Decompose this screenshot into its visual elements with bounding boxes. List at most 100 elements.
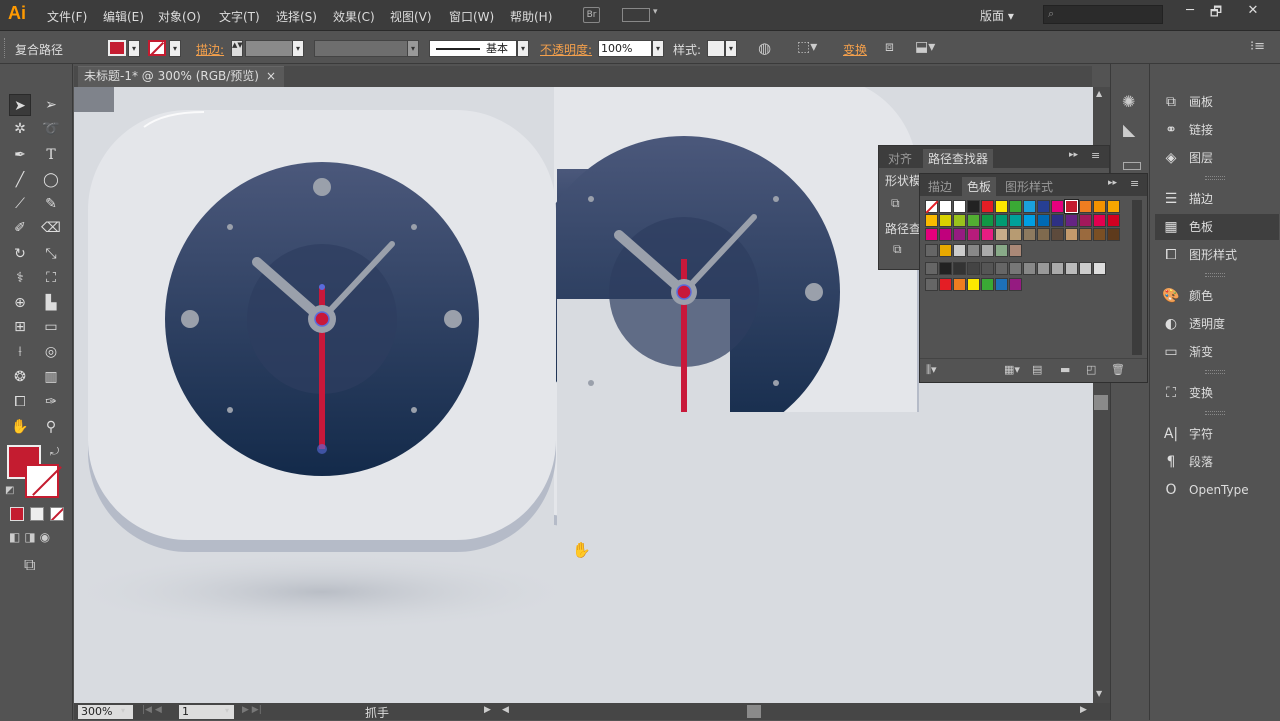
- color-swatch[interactable]: [995, 262, 1008, 275]
- color-swatch[interactable]: [1065, 262, 1078, 275]
- color-swatch[interactable]: [1079, 262, 1092, 275]
- color-swatch[interactable]: [1009, 244, 1022, 257]
- color-swatch[interactable]: [1107, 200, 1120, 213]
- collapse-panel-icon[interactable]: ▸▸: [1069, 150, 1078, 160]
- color-swatch[interactable]: [981, 278, 994, 291]
- color-swatch[interactable]: [925, 244, 938, 257]
- color-swatch[interactable]: [1093, 262, 1106, 275]
- new-group-icon[interactable]: ▬: [1060, 363, 1070, 376]
- color-swatch[interactable]: [1093, 200, 1106, 213]
- dock-graphic-styles[interactable]: ⧠ 图形样式: [1155, 242, 1279, 268]
- status-menu-icon[interactable]: ▶: [484, 705, 491, 715]
- dock-opentype[interactable]: O OpenType: [1155, 477, 1279, 503]
- dock-transparency[interactable]: ◐ 透明度: [1155, 311, 1279, 337]
- color-swatch[interactable]: [953, 200, 966, 213]
- first-artboard-icon[interactable]: |◀ ◀: [142, 705, 162, 715]
- none-mode-icon[interactable]: [50, 507, 64, 521]
- graphic-style-swatch[interactable]: [707, 40, 725, 57]
- symbols-icon[interactable]: ✺: [1122, 92, 1135, 111]
- collapse-panel-icon[interactable]: ▸▸: [1108, 178, 1117, 188]
- tab-stroke[interactable]: 描边: [923, 177, 957, 196]
- gradient-mode-icon[interactable]: [30, 507, 44, 521]
- color-swatch[interactable]: [1107, 228, 1120, 241]
- graph-icon[interactable]: ▥: [40, 366, 62, 388]
- color-swatch[interactable]: [925, 262, 938, 275]
- color-swatch[interactable]: [925, 228, 938, 241]
- color-swatch[interactable]: [995, 228, 1008, 241]
- stroke-weight-dropdown[interactable]: ▾: [292, 40, 304, 57]
- color-swatch[interactable]: [1107, 214, 1120, 227]
- color-swatch[interactable]: [1023, 214, 1036, 227]
- color-swatch[interactable]: [981, 228, 994, 241]
- color-swatch[interactable]: [953, 244, 966, 257]
- color-swatch[interactable]: [953, 262, 966, 275]
- color-swatch[interactable]: [925, 278, 938, 291]
- last-artboard-icon[interactable]: ▶ ▶|: [242, 705, 262, 715]
- brush-icon[interactable]: ⟋: [9, 193, 31, 215]
- color-swatch[interactable]: [995, 278, 1008, 291]
- color-swatch[interactable]: [1037, 262, 1050, 275]
- fill-swatch[interactable]: [108, 40, 126, 56]
- menu-edit[interactable]: 编辑(E): [103, 8, 144, 25]
- color-swatch[interactable]: [939, 244, 952, 257]
- menu-type[interactable]: 文字(T): [219, 8, 260, 25]
- transform-link[interactable]: 变换: [843, 41, 867, 58]
- brush-dropdown[interactable]: ▾: [517, 40, 529, 57]
- ellipse-icon[interactable]: ◯: [40, 169, 62, 191]
- opacity-field[interactable]: 100%: [598, 40, 652, 57]
- opacity-label[interactable]: 不透明度:: [540, 41, 592, 58]
- color-swatch[interactable]: [981, 244, 994, 257]
- color-swatch[interactable]: [939, 278, 952, 291]
- selection-arrow-icon[interactable]: ➤: [9, 94, 31, 116]
- color-swatch[interactable]: [925, 214, 938, 227]
- color-swatch[interactable]: [1023, 262, 1036, 275]
- color-swatch[interactable]: [953, 228, 966, 241]
- color-swatch[interactable]: [939, 228, 952, 241]
- control-menu-icon[interactable]: ⁝≡: [1250, 39, 1265, 54]
- screen-mode-icon[interactable]: ⧉: [24, 555, 35, 575]
- swatch-options-icon[interactable]: ▤: [1032, 363, 1042, 376]
- dock-links[interactable]: ⚭ 链接: [1155, 117, 1279, 143]
- color-swatch[interactable]: [1009, 228, 1022, 241]
- small-panel-icon[interactable]: [1123, 162, 1141, 170]
- symbol-sprayer-icon[interactable]: ❂: [9, 366, 31, 388]
- color-swatch[interactable]: [981, 200, 994, 213]
- color-swatch[interactable]: [995, 214, 1008, 227]
- vertical-scroll-thumb[interactable]: [1094, 395, 1108, 410]
- color-swatch[interactable]: [1051, 200, 1064, 213]
- color-swatch[interactable]: [1009, 278, 1022, 291]
- stroke-label[interactable]: 描边:: [196, 41, 224, 58]
- lasso-icon[interactable]: ➰: [40, 118, 62, 140]
- bridge-button[interactable]: Br: [583, 7, 600, 23]
- menu-window[interactable]: 窗口(W): [449, 8, 494, 25]
- color-swatch[interactable]: [1093, 214, 1106, 227]
- unite-icon[interactable]: ⧉: [891, 196, 900, 211]
- eyedropper-icon[interactable]: ⟊: [9, 341, 31, 363]
- fill-dropdown[interactable]: ▾: [128, 40, 140, 57]
- dock-color[interactable]: 🎨 颜色: [1155, 283, 1279, 309]
- color-swatch[interactable]: [953, 278, 966, 291]
- scroll-left-icon[interactable]: ◀: [502, 705, 509, 715]
- color-swatch[interactable]: [967, 262, 980, 275]
- color-swatch[interactable]: [1079, 228, 1092, 241]
- color-swatch[interactable]: [939, 214, 952, 227]
- color-swatch[interactable]: [1037, 200, 1050, 213]
- rotate-icon[interactable]: ↻: [9, 243, 31, 265]
- color-swatch[interactable]: [1023, 228, 1036, 241]
- dock-paragraph[interactable]: ¶ 段落: [1155, 449, 1279, 475]
- dock-stroke[interactable]: ☰ 描边: [1155, 186, 1279, 212]
- color-swatch[interactable]: [925, 200, 939, 214]
- pencil-icon[interactable]: ✎: [40, 193, 62, 215]
- color-swatch[interactable]: [1064, 199, 1079, 214]
- new-swatch-icon[interactable]: ◰: [1086, 363, 1096, 376]
- recolor-artwork-icon[interactable]: ◍: [758, 39, 771, 57]
- color-swatch[interactable]: [1051, 228, 1064, 241]
- opacity-dropdown[interactable]: ▾: [652, 40, 664, 57]
- magic-wand-icon[interactable]: ✲: [9, 118, 31, 140]
- shape-builder-icon[interactable]: ⊕: [9, 292, 31, 314]
- color-swatch[interactable]: [953, 214, 966, 227]
- stroke-weight-stepper[interactable]: ▲▼: [231, 40, 243, 57]
- color-swatch[interactable]: [981, 262, 994, 275]
- color-swatch[interactable]: [939, 262, 952, 275]
- color-swatch[interactable]: [967, 200, 980, 213]
